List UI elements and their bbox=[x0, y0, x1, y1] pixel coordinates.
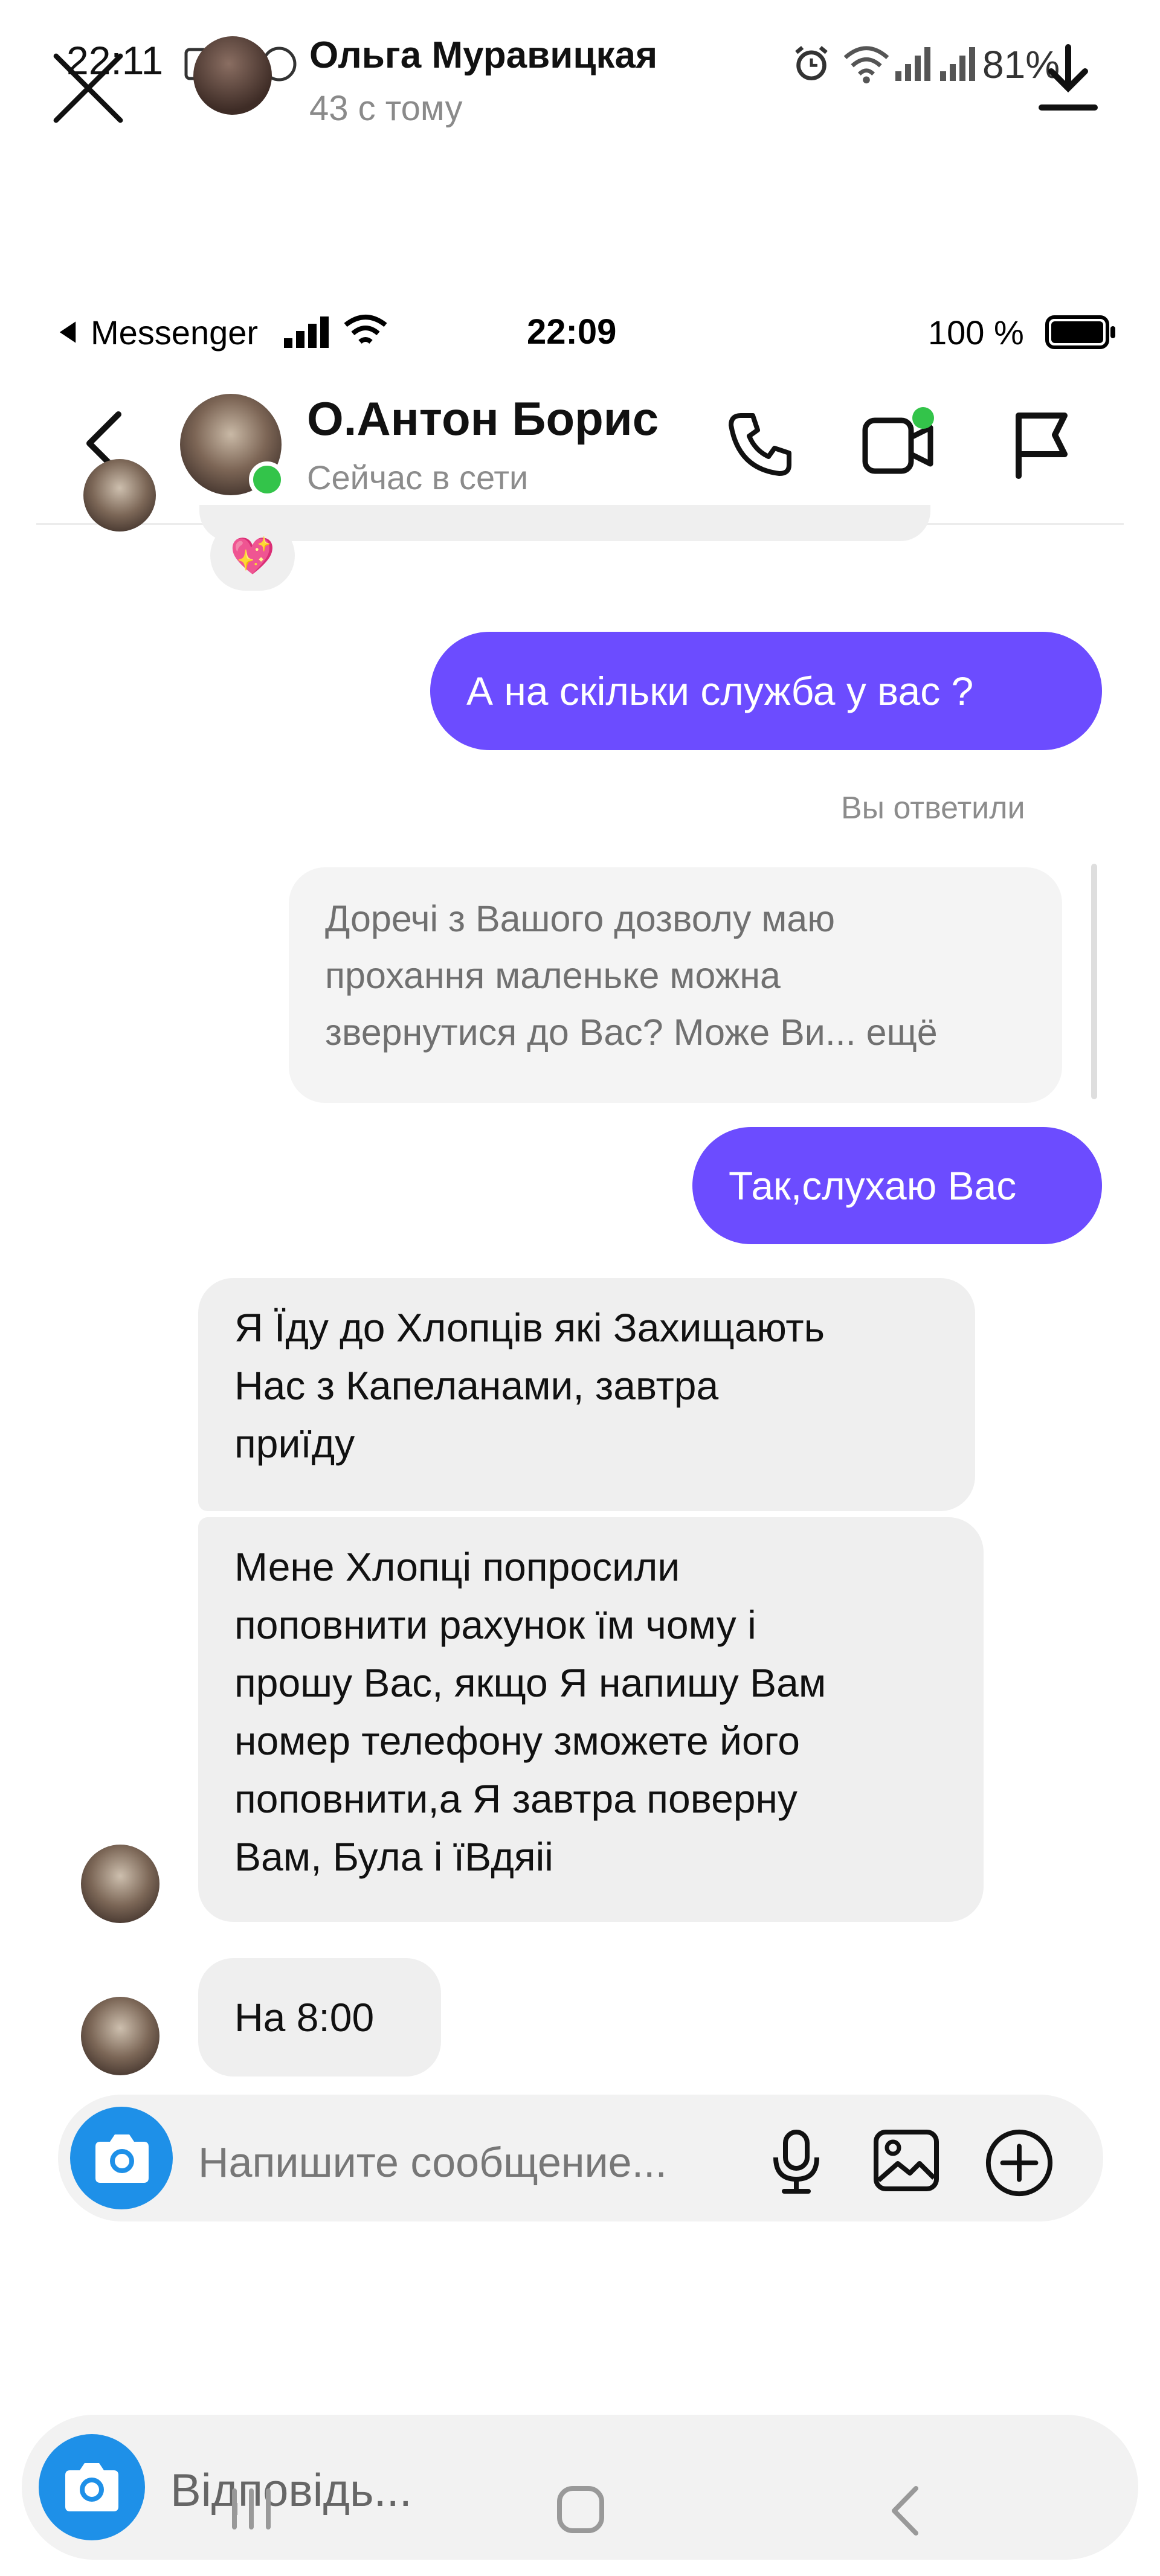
status-bar-battery-text: 100 % bbox=[928, 313, 1024, 352]
story-user-name[interactable]: Ольга Муравицкая bbox=[309, 34, 657, 77]
video-call-icon[interactable] bbox=[858, 403, 942, 482]
incoming-message[interactable]: Мене Хлопці попросили поповнити рахунок … bbox=[198, 1517, 984, 1922]
camera-icon bbox=[65, 2463, 118, 2511]
message-line: прошу Вас, якщо Я напишу Вам bbox=[234, 1660, 826, 1705]
nav-back-icon[interactable] bbox=[887, 2484, 923, 2538]
download-icon[interactable] bbox=[1034, 42, 1102, 115]
message-line: приїду bbox=[234, 1421, 355, 1466]
status-bar-time: 22:09 bbox=[527, 312, 617, 352]
message-line: поповнити рахунок їм чому і bbox=[234, 1602, 756, 1647]
report-flag-icon[interactable] bbox=[1009, 408, 1075, 481]
home-icon[interactable] bbox=[555, 2484, 607, 2536]
signal-icon-1 bbox=[895, 47, 930, 81]
battery-icon bbox=[1045, 315, 1115, 349]
add-plus-icon[interactable] bbox=[984, 2127, 1055, 2199]
replied-label: Вы ответили bbox=[841, 791, 1025, 826]
message-line: Я Їду до Хлопців які Захищають bbox=[234, 1305, 825, 1350]
message-line: Вам, Була і їВдяіі bbox=[234, 1834, 553, 1879]
phone-call-icon[interactable] bbox=[724, 408, 796, 481]
wifi-icon bbox=[344, 315, 387, 344]
quoted-line: Доречі з Вашого дозволу маю bbox=[325, 898, 835, 939]
quote-scrollbar bbox=[1091, 864, 1097, 1099]
wifi-icon bbox=[843, 46, 889, 84]
status-bar-app-name: Messenger bbox=[91, 313, 259, 352]
outgoing-message[interactable]: Так,слухаю Вас bbox=[692, 1127, 1102, 1244]
online-indicator bbox=[249, 461, 285, 498]
story-status-time: 22:11 bbox=[66, 38, 164, 83]
reply-input-placeholder[interactable]: Відповідь... bbox=[170, 2464, 412, 2517]
incoming-message[interactable]: На 8:00 bbox=[198, 1958, 441, 2077]
microphone-icon[interactable] bbox=[766, 2128, 826, 2195]
message-input-placeholder[interactable]: Напишите сообщение... bbox=[198, 2138, 667, 2186]
sender-avatar[interactable] bbox=[81, 1997, 160, 2075]
message-line: поповнити,а Я завтра поверну bbox=[234, 1776, 798, 1821]
quoted-message[interactable]: Доречі з Вашого дозволу маю прохання мал… bbox=[289, 867, 1062, 1103]
message-text: Так,слухаю Вас bbox=[729, 1163, 1017, 1208]
message-line: Мене Хлопці попросили bbox=[234, 1544, 680, 1589]
camera-icon bbox=[95, 2134, 149, 2183]
gallery-icon[interactable] bbox=[871, 2127, 941, 2194]
outgoing-message[interactable]: А на скільки служба у вас ? bbox=[430, 632, 1102, 750]
message-text: На 8:00 bbox=[234, 1995, 375, 2040]
quoted-line: звернутися до Вас? Може Ви... ещё bbox=[325, 1012, 938, 1053]
story-time-ago: 43 с тому bbox=[309, 89, 463, 128]
story-user-avatar[interactable] bbox=[193, 36, 272, 115]
cellular-signal-icon bbox=[284, 316, 329, 348]
sender-avatar[interactable] bbox=[81, 1845, 160, 1923]
contact-name[interactable]: О.Антон Борис bbox=[307, 391, 659, 446]
previous-avatar-edge bbox=[83, 459, 156, 532]
back-triangle-icon bbox=[59, 321, 76, 343]
quoted-line: прохання маленьке можна bbox=[325, 955, 781, 996]
message-line: номер телефону зможете його bbox=[234, 1718, 800, 1763]
signal-icon-2 bbox=[940, 47, 975, 81]
message-line: Нас з Капеланами, завтра bbox=[234, 1363, 719, 1408]
previous-message-edge bbox=[199, 505, 930, 541]
message-text: А на скільки служба у вас ? bbox=[466, 669, 974, 713]
contact-status: Сейчас в сети bbox=[307, 458, 529, 496]
alarm-icon bbox=[795, 46, 828, 81]
incoming-message[interactable]: Я Їду до Хлопців які Захищають Нас з Кап… bbox=[198, 1278, 975, 1511]
reaction-emoji: 💖 bbox=[230, 535, 276, 576]
reaction-badge[interactable]: 💖 bbox=[210, 521, 295, 591]
recent-apps-icon[interactable] bbox=[225, 2486, 279, 2532]
